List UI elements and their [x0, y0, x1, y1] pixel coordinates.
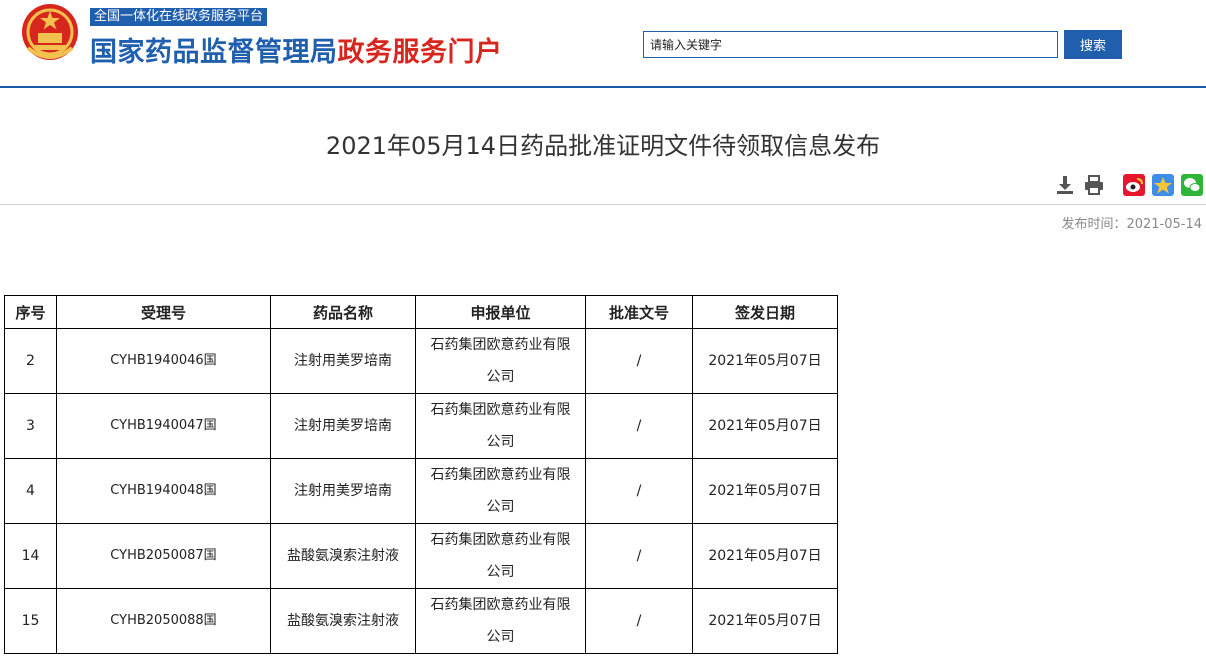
article-title: 2021年05月14日药品批准证明文件待领取信息发布	[325, 132, 881, 160]
table-row: 4 CYHB1940048国 注射用美罗培南 石药集团欧意药业有限公司 / 20…	[4, 458, 838, 524]
table-row: 3 CYHB1940047国 注射用美罗培南 石药集团欧意药业有限公司 / 20…	[4, 393, 838, 459]
publish-date: 发布时间：2021-05-14	[1061, 217, 1202, 232]
cell-approval-no: /	[585, 328, 693, 394]
cell-acceptance-no: CYHB1940048国	[56, 458, 271, 524]
search-input[interactable]	[643, 31, 1058, 58]
column-header-applicant: 申报单位	[415, 295, 586, 329]
cell-issue-date: 2021年05月07日	[692, 458, 838, 524]
cell-issue-date: 2021年05月07日	[692, 588, 838, 654]
cell-applicant: 石药集团欧意药业有限公司	[415, 328, 586, 394]
download-icon[interactable]	[1054, 174, 1076, 196]
cell-acceptance-no: CYHB2050087国	[56, 523, 271, 589]
cell-approval-no: /	[585, 523, 693, 589]
cell-issue-date: 2021年05月07日	[692, 523, 838, 589]
column-header-issue-date: 签发日期	[692, 295, 838, 329]
cell-issue-date: 2021年05月07日	[692, 328, 838, 394]
cell-drug-name: 注射用美罗培南	[270, 328, 416, 394]
cell-acceptance-no: CYHB2050088国	[56, 588, 271, 654]
table-row: 15 CYHB2050088国 盐酸氨溴索注射液 石药集团欧意药业有限公司 / …	[4, 588, 838, 654]
title-divider	[0, 204, 1206, 205]
cell-applicant: 石药集团欧意药业有限公司	[415, 523, 586, 589]
qzone-share-icon[interactable]	[1152, 174, 1174, 196]
table-header-row: 序号 受理号 药品名称 申报单位 批准文号 签发日期	[4, 295, 838, 329]
cell-index: 15	[4, 588, 57, 654]
cell-acceptance-no: CYHB1940046国	[56, 328, 271, 394]
cell-index: 3	[4, 393, 57, 459]
cell-applicant: 石药集团欧意药业有限公司	[415, 393, 586, 459]
site-title-main: 国家药品监督管理局	[90, 37, 338, 68]
cell-drug-name: 注射用美罗培南	[270, 458, 416, 524]
cell-index: 4	[4, 458, 57, 524]
weibo-share-icon[interactable]	[1123, 174, 1145, 196]
cell-index: 2	[4, 328, 57, 394]
site-header: 全国一体化在线政务服务平台 国家药品监督管理局政务服务门户 搜索	[0, 0, 1206, 86]
cell-acceptance-no: CYHB1940047国	[56, 393, 271, 459]
cell-approval-no: /	[585, 393, 693, 459]
cell-applicant: 石药集团欧意药业有限公司	[415, 588, 586, 654]
cell-approval-no: /	[585, 458, 693, 524]
table-row: 14 CYHB2050087国 盐酸氨溴索注射液 石药集团欧意药业有限公司 / …	[4, 523, 838, 589]
cell-applicant: 石药集团欧意药业有限公司	[415, 458, 586, 524]
site-title-sub: 政务服务门户	[337, 37, 503, 68]
cell-drug-name: 盐酸氨溴索注射液	[270, 523, 416, 589]
license-table: 序号 受理号 药品名称 申报单位 批准文号 签发日期 2 CYHB1940046…	[4, 295, 838, 654]
cell-issue-date: 2021年05月07日	[692, 393, 838, 459]
cell-drug-name: 注射用美罗培南	[270, 393, 416, 459]
column-header-index: 序号	[4, 295, 57, 329]
column-header-approval-no: 批准文号	[585, 295, 693, 329]
column-header-drug-name: 药品名称	[270, 295, 416, 329]
site-title[interactable]: 国家药品监督管理局政务服务门户	[90, 30, 503, 69]
national-emblem-icon	[22, 4, 78, 60]
cell-drug-name: 盐酸氨溴索注射液	[270, 588, 416, 654]
search-button[interactable]: 搜索	[1064, 30, 1122, 59]
column-header-acceptance-no: 受理号	[56, 295, 271, 329]
print-icon[interactable]	[1083, 174, 1105, 196]
header-divider	[0, 86, 1206, 88]
platform-badge[interactable]: 全国一体化在线政务服务平台	[90, 8, 268, 26]
wechat-share-icon[interactable]	[1181, 174, 1203, 196]
cell-approval-no: /	[585, 588, 693, 654]
cell-index: 14	[4, 523, 57, 589]
table-row: 2 CYHB1940046国 注射用美罗培南 石药集团欧意药业有限公司 / 20…	[4, 328, 838, 394]
